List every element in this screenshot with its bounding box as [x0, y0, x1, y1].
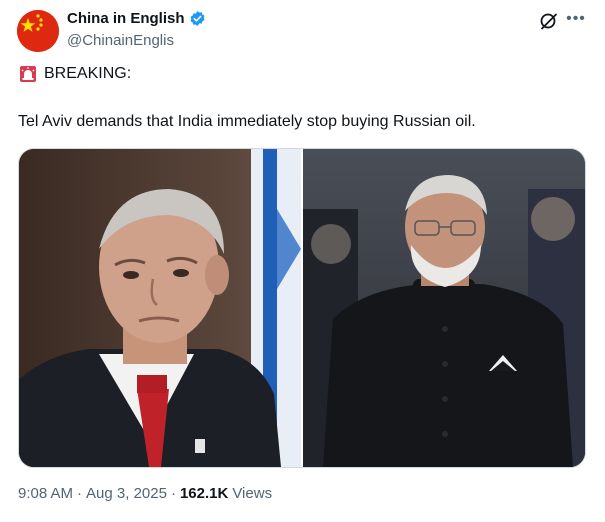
- photo-1[interactable]: [19, 149, 301, 467]
- author-handle[interactable]: @ChinainEnglis: [67, 32, 174, 49]
- tweet-line-1: BREAKING:: [18, 64, 131, 84]
- tweet: China in English @ChinainEnglis ••• BREA…: [0, 0, 605, 522]
- author-display-name[interactable]: China in English: [67, 10, 185, 27]
- tweet-line-2-text: Tel Aviv demands that India immediately …: [18, 113, 476, 130]
- avatar[interactable]: [17, 10, 59, 52]
- verified-badge-icon[interactable]: [189, 10, 206, 27]
- tweet-date[interactable]: Aug 3, 2025: [86, 485, 167, 502]
- meta-separator: ·: [77, 485, 83, 502]
- tweet-meta: 9:08 AM · Aug 3, 2025 · 162.1K Views: [18, 485, 272, 502]
- grok-icon[interactable]: [538, 10, 560, 32]
- photo-2-image: [303, 149, 585, 467]
- rotating-light-icon: [18, 64, 38, 84]
- tweet-time[interactable]: 9:08 AM: [18, 485, 73, 502]
- photo-2[interactable]: [303, 149, 585, 467]
- tweet-line-1-text: BREAKING:: [44, 65, 132, 82]
- views-label: Views: [232, 485, 273, 502]
- china-flag-icon: [17, 10, 59, 52]
- photo-1-image: [19, 149, 301, 467]
- author-name-row: China in English: [67, 10, 206, 27]
- views-count: 162.1K: [179, 485, 229, 502]
- meta-separator: ·: [170, 485, 176, 502]
- more-icon[interactable]: •••: [565, 8, 587, 30]
- media-grid: [18, 148, 586, 468]
